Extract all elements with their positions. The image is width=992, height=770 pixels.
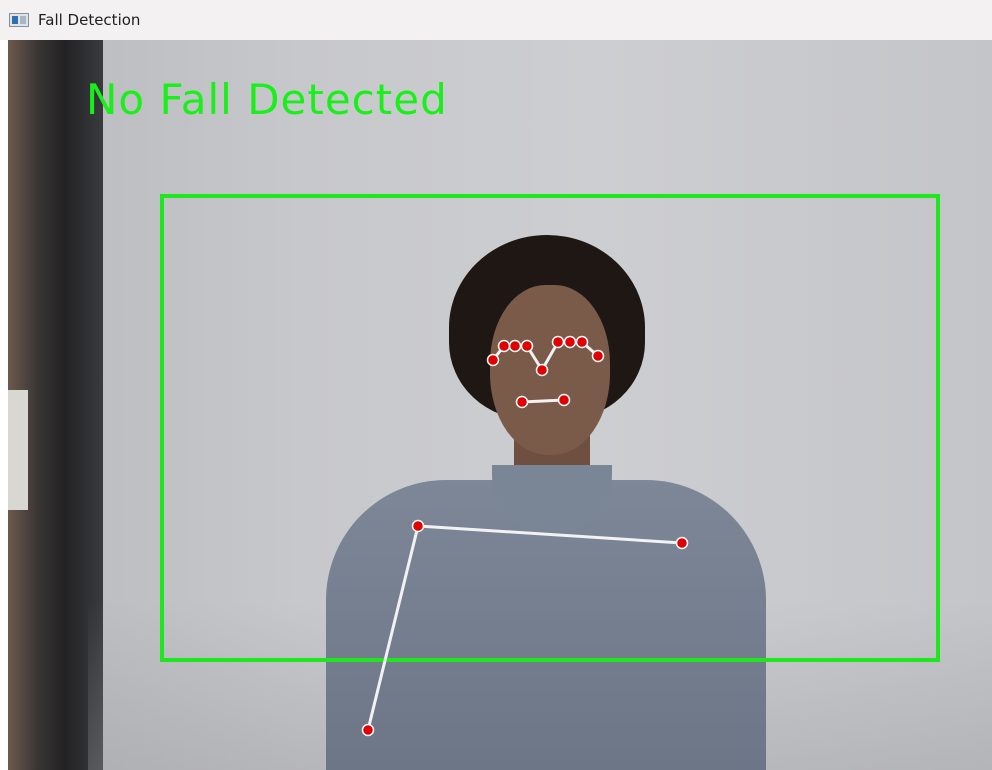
left-eye-outer-point — [486, 353, 500, 367]
pose-skeleton-overlay — [361, 335, 689, 737]
landmark-points — [361, 335, 689, 737]
right-eye-center-point — [563, 335, 577, 349]
left-eye-point — [497, 339, 511, 353]
mouth-line — [520, 398, 566, 404]
left-elbow-point — [361, 723, 375, 737]
right-eye-outer-point — [591, 349, 605, 363]
right-shoulder-point — [675, 536, 689, 550]
shoulders-line — [416, 524, 684, 545]
camera-feed: No Fall Detected — [8, 40, 992, 770]
left-eye-inner-point — [520, 339, 534, 353]
right-eye-point — [575, 335, 589, 349]
mouth-left-point — [515, 395, 529, 409]
right-eye-inner-point — [551, 335, 565, 349]
left-arm-line — [366, 524, 420, 732]
nose-point — [535, 363, 549, 377]
left-shoulder-point — [411, 519, 425, 533]
window-titlebar[interactable]: Fall Detection — [0, 0, 992, 40]
left-eye-center-point — [508, 339, 522, 353]
window-title: Fall Detection — [38, 11, 141, 29]
app-window-icon — [9, 13, 29, 27]
mouth-right-point — [557, 393, 571, 407]
